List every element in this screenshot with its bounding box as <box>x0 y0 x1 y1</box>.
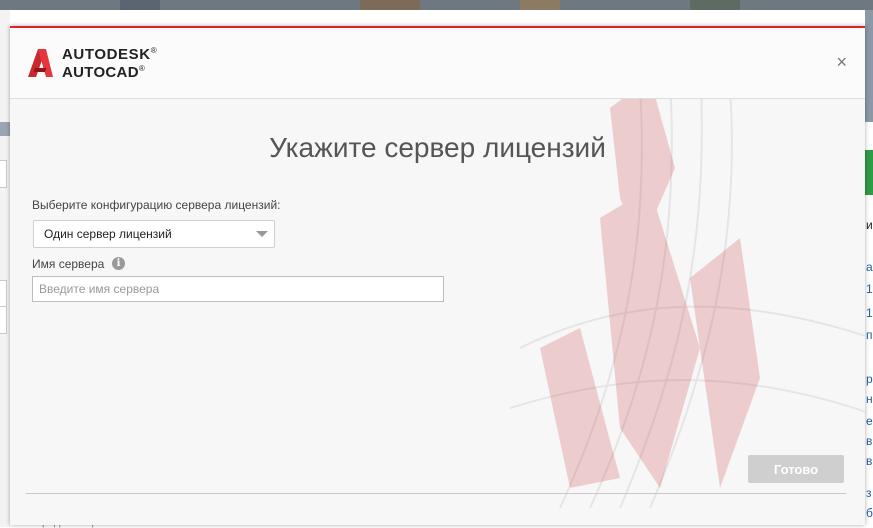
background-photo <box>120 0 160 10</box>
config-label: Выберите конфигурацию сервера лицензий: <box>32 198 281 212</box>
brand-autocad: AUTOCAD® <box>62 64 146 81</box>
background-green-banner <box>865 150 873 195</box>
background-link: 1 <box>866 282 873 296</box>
background-photo <box>865 10 873 122</box>
background-link: р <box>866 372 873 386</box>
background-left-edge <box>0 10 10 527</box>
brand-autodesk: AUTODESK® <box>62 46 158 63</box>
background-link: а <box>866 260 873 274</box>
background-field <box>0 160 7 188</box>
background-text: и <box>866 218 873 232</box>
background-stripe <box>0 122 10 136</box>
server-config-value: Один сервер лицензий <box>44 227 172 241</box>
background-right-edge: и а 1 1 п р н е в в з б <box>865 10 873 527</box>
background-link: в <box>866 454 873 468</box>
background-link: 1 <box>866 306 873 320</box>
info-icon[interactable]: i <box>112 257 125 270</box>
dialog-title: Укажите сервер лицензий <box>269 132 606 163</box>
background-link: з <box>866 486 872 500</box>
background-field <box>0 280 7 308</box>
background-link: н <box>866 392 873 406</box>
background-link: б <box>866 506 873 520</box>
autocad-logo-icon <box>28 49 53 77</box>
background-field <box>0 306 7 334</box>
close-icon[interactable]: × <box>836 52 847 73</box>
server-name-input[interactable] <box>32 276 444 302</box>
background-link: п <box>866 328 873 342</box>
done-button[interactable]: Готово <box>748 455 844 483</box>
background-link: е <box>866 414 873 428</box>
background-top-strip <box>0 0 873 10</box>
dialog-header: AUTODESK® AUTOCAD® × <box>10 28 865 99</box>
background-link: в <box>866 434 873 448</box>
background-photo <box>520 0 560 10</box>
license-server-dialog: AUTODESK® AUTOCAD® × Укажите сервер лице… <box>10 26 865 525</box>
autocad-background-art <box>509 67 865 509</box>
server-config-select[interactable]: Один сервер лицензий <box>33 220 275 248</box>
background-photo <box>690 0 740 10</box>
footer-divider <box>26 493 846 494</box>
background-photo <box>360 0 420 10</box>
chevron-down-icon <box>256 231 268 237</box>
server-name-label: Имя сервера <box>32 257 105 271</box>
